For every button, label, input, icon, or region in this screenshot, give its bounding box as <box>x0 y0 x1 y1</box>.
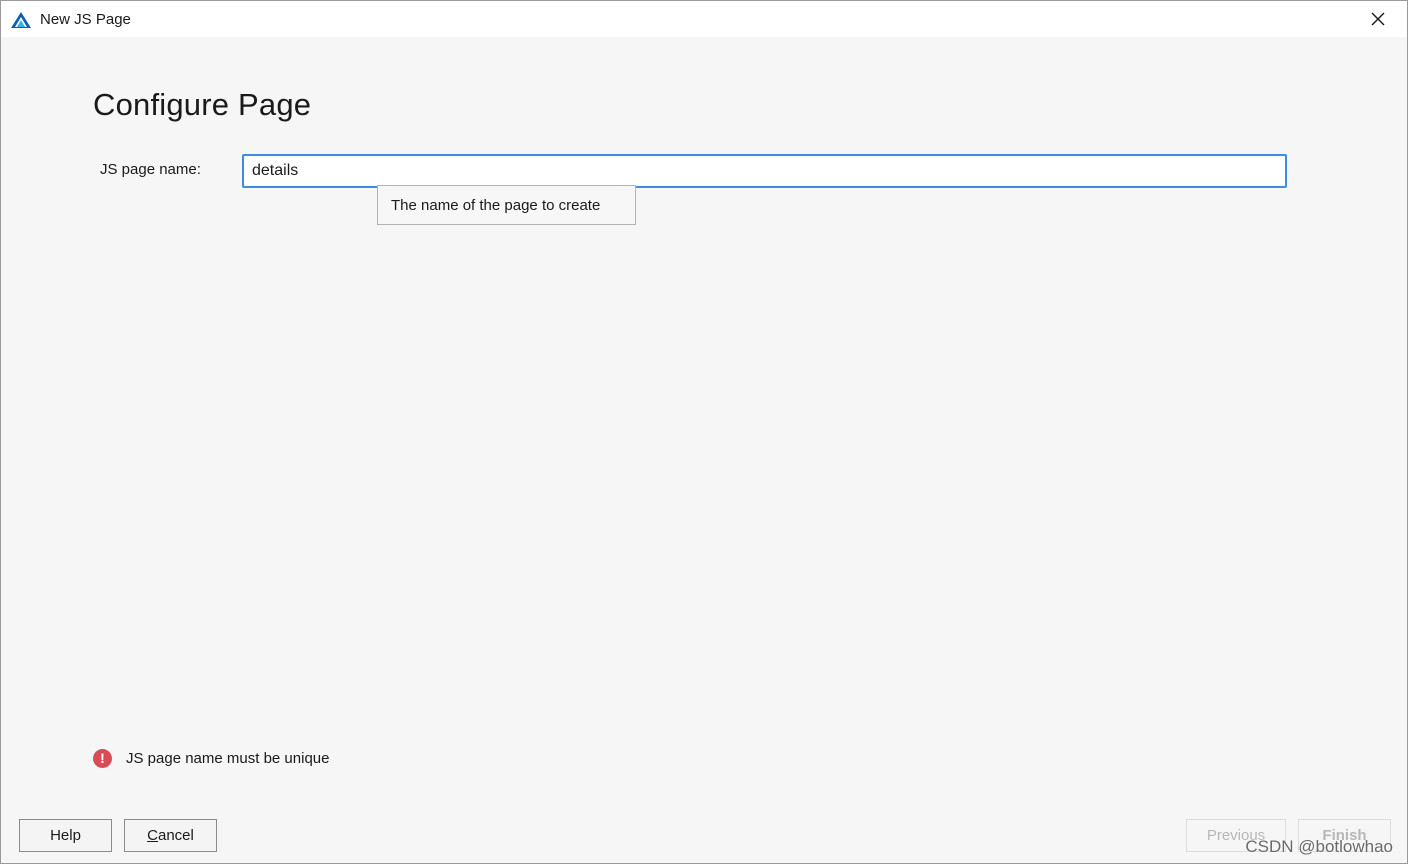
js-page-name-label: JS page name: <box>100 161 201 178</box>
input-tooltip: The name of the page to create <box>377 185 636 225</box>
validation-text: JS page name must be unique <box>126 749 330 767</box>
js-page-name-input[interactable] <box>242 154 1287 188</box>
app-logo-icon <box>11 12 31 28</box>
help-button-label: Help <box>50 827 81 844</box>
close-icon <box>1371 12 1385 26</box>
cancel-button[interactable]: Cancel <box>124 819 217 852</box>
cancel-button-mnemonic: C <box>147 827 158 844</box>
close-button[interactable] <box>1349 1 1407 37</box>
cancel-button-label: ancel <box>157 827 194 844</box>
title-bar[interactable]: New JS Page <box>1 1 1407 37</box>
dialog-window: New JS Page Configure Page JS page name:… <box>0 0 1408 864</box>
page-title: Configure Page <box>93 87 312 122</box>
watermark: CSDN @botlowhao <box>1245 837 1393 856</box>
window-title: New JS Page <box>40 11 131 28</box>
error-icon: ! <box>93 748 112 768</box>
help-button[interactable]: Help <box>19 819 112 852</box>
validation-message: ! JS page name must be unique <box>93 747 329 769</box>
